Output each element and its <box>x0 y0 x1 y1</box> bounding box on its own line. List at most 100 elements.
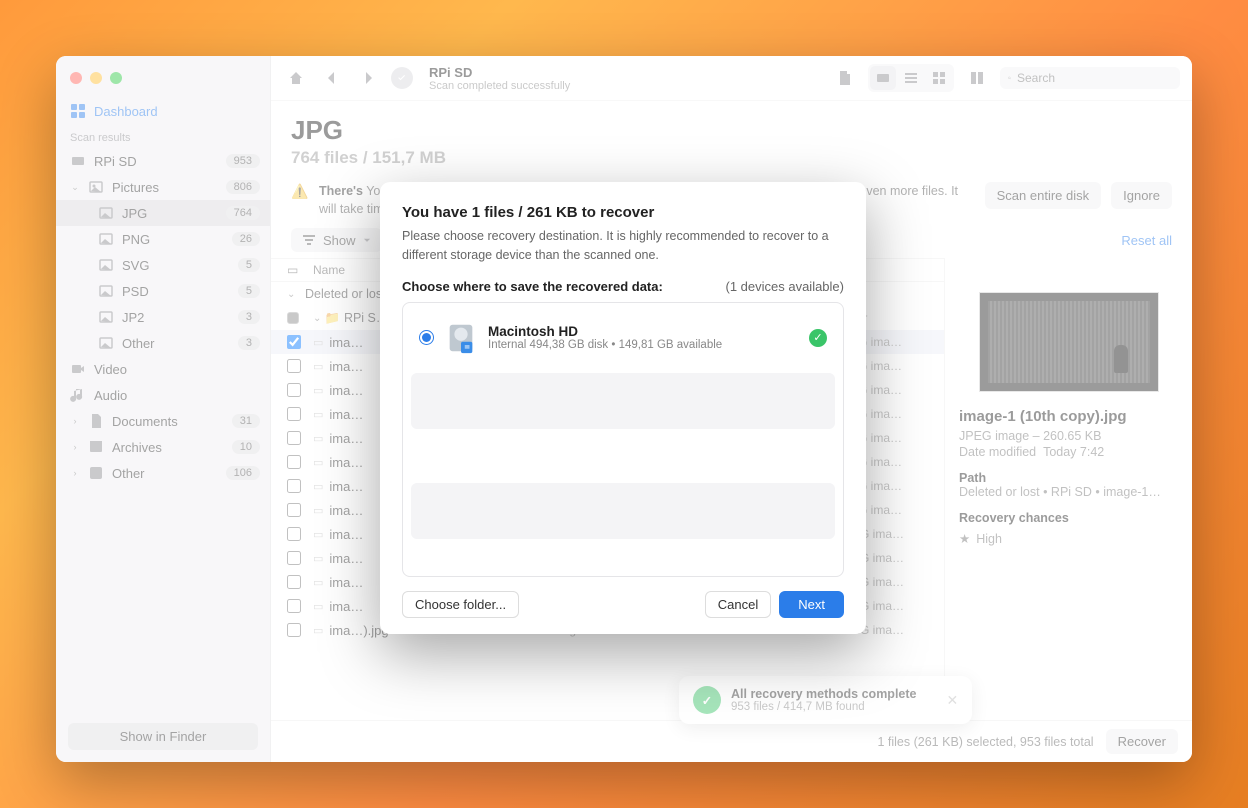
count-badge: 953 <box>226 154 260 168</box>
file-name: ima… <box>329 527 363 542</box>
count-badge: 806 <box>226 180 260 194</box>
device-placeholder-slot <box>411 373 835 429</box>
view-icons-button[interactable] <box>870 66 896 90</box>
forward-button[interactable] <box>355 66 381 90</box>
search-icon <box>1008 70 1011 86</box>
audio-icon <box>70 387 86 403</box>
device-name: Macintosh HD <box>488 324 799 339</box>
new-file-button[interactable] <box>832 66 858 90</box>
sidebar-item-rpi-sd[interactable]: RPi SD 953 <box>56 148 270 174</box>
sidebar-item-label: Other <box>112 466 218 481</box>
row-checkbox[interactable] <box>287 551 301 565</box>
row-checkbox[interactable] <box>287 479 301 493</box>
image-icon <box>98 205 114 221</box>
toolbar-title-block: RPi SD Scan completed successfully <box>429 65 570 92</box>
recovery-complete-toast: ✓ All recovery methods complete 953 file… <box>679 676 972 724</box>
view-mode-group <box>868 64 954 92</box>
toast-close-button[interactable]: ✕ <box>946 692 958 709</box>
row-checkbox[interactable] <box>287 599 301 613</box>
sidebar: Dashboard Scan results RPi SD953⌄Picture… <box>56 56 271 762</box>
sidebar-item-label: Other <box>122 336 230 351</box>
view-grid-button[interactable] <box>926 66 952 90</box>
zoom-window-button[interactable] <box>110 72 122 84</box>
status-summary: 1 files (261 KB) selected, 953 files tot… <box>877 735 1093 749</box>
file-name: ima… <box>329 551 363 566</box>
row-checkbox[interactable] <box>287 407 301 421</box>
row-checkbox[interactable] <box>287 575 301 589</box>
choose-folder-button[interactable]: Choose folder... <box>402 591 519 618</box>
star-icon: ★ <box>959 531 970 546</box>
row-checkbox[interactable] <box>287 623 301 637</box>
view-columns-button[interactable] <box>964 66 990 90</box>
device-sub: Internal 494,38 GB disk • 149,81 GB avai… <box>488 339 799 351</box>
show-filter-button[interactable]: Show <box>291 228 382 252</box>
chevron-right-icon[interactable]: › <box>70 416 80 426</box>
chevron-right-icon[interactable]: › <box>70 442 80 452</box>
count-badge: 31 <box>232 414 260 428</box>
sidebar-item-archives[interactable]: ›Archives10 <box>56 434 270 460</box>
toast-subtitle: 953 files / 414,7 MB found <box>731 701 916 713</box>
row-checkbox[interactable] <box>287 359 301 373</box>
scan-entire-disk-button[interactable]: Scan entire disk <box>985 182 1102 209</box>
image-icon <box>98 257 114 273</box>
reset-all-link[interactable]: Reset all <box>1121 233 1172 248</box>
drive-icon <box>444 321 478 355</box>
sidebar-item-label: RPi SD <box>94 154 218 169</box>
back-button[interactable] <box>319 66 345 90</box>
ignore-button[interactable]: Ignore <box>1111 182 1172 209</box>
sidebar-dashboard[interactable]: Dashboard <box>56 98 270 124</box>
recovery-destination-modal: You have 1 files / 261 KB to recover Ple… <box>380 182 866 634</box>
close-window-button[interactable] <box>70 72 82 84</box>
device-option-macintosh-hd[interactable]: Macintosh HD Internal 494,38 GB disk • 1… <box>411 311 835 365</box>
sidebar-item-svg[interactable]: SVG5 <box>56 252 270 278</box>
chevron-down-icon[interactable]: ⌄ <box>70 182 80 193</box>
chevron-right-icon[interactable]: › <box>70 468 80 478</box>
sidebar-item-pictures[interactable]: ⌄ Pictures 806 <box>56 174 270 200</box>
home-button[interactable] <box>283 66 309 90</box>
device-ok-icon: ✓ <box>809 329 827 347</box>
next-button[interactable]: Next <box>779 591 844 618</box>
sidebar-item-label: Video <box>94 362 260 377</box>
video-icon <box>70 361 86 377</box>
file-name: ima… <box>329 599 363 614</box>
file-name: ima… <box>329 575 363 590</box>
row-checkbox[interactable] <box>287 335 301 349</box>
device-radio[interactable] <box>419 330 434 345</box>
minimize-window-button[interactable] <box>90 72 102 84</box>
status-bar: 1 files (261 KB) selected, 953 files tot… <box>271 720 1192 762</box>
sidebar-item-psd[interactable]: PSD5 <box>56 278 270 304</box>
view-list-button[interactable] <box>898 66 924 90</box>
chevron-down-icon <box>362 232 372 248</box>
row-checkbox[interactable] <box>287 383 301 397</box>
sidebar-item-label: Pictures <box>112 180 218 195</box>
cancel-button[interactable]: Cancel <box>705 591 771 618</box>
row-checkbox[interactable] <box>287 431 301 445</box>
row-checkbox[interactable] <box>287 527 301 541</box>
search-field[interactable] <box>1000 67 1180 89</box>
file-name: ima… <box>329 431 363 446</box>
other-icon <box>88 465 104 481</box>
row-checkbox[interactable] <box>287 503 301 517</box>
count-badge: 10 <box>232 440 260 454</box>
sidebar-item-audio[interactable]: Audio <box>56 382 270 408</box>
detail-kind: JPEG image – 260.65 KB <box>959 429 1178 443</box>
check-icon: ✓ <box>693 686 721 714</box>
recover-button[interactable]: Recover <box>1106 729 1178 754</box>
row-checkbox[interactable] <box>287 455 301 469</box>
sidebar-item-jpg[interactable]: JPG764 <box>56 200 270 226</box>
header-checkbox[interactable]: ▭ <box>287 263 313 277</box>
sidebar-item-documents[interactable]: ›Documents31 <box>56 408 270 434</box>
sidebar-item-other[interactable]: Other3 <box>56 330 270 356</box>
sidebar-item-video[interactable]: Video <box>56 356 270 382</box>
search-input[interactable] <box>1017 71 1172 85</box>
window-controls <box>56 66 270 98</box>
show-in-finder-button[interactable]: Show in Finder <box>68 723 258 750</box>
device-placeholder-slot <box>411 483 835 539</box>
sidebar-item-other[interactable]: ›Other106 <box>56 460 270 486</box>
content-header: JPG 764 files / 151,7 MB <box>271 101 1192 176</box>
sidebar-item-jp2[interactable]: JP23 <box>56 304 270 330</box>
file-name: ima… <box>329 359 363 374</box>
sidebar-item-png[interactable]: PNG26 <box>56 226 270 252</box>
image-icon <box>98 309 114 325</box>
image-icon <box>98 231 114 247</box>
